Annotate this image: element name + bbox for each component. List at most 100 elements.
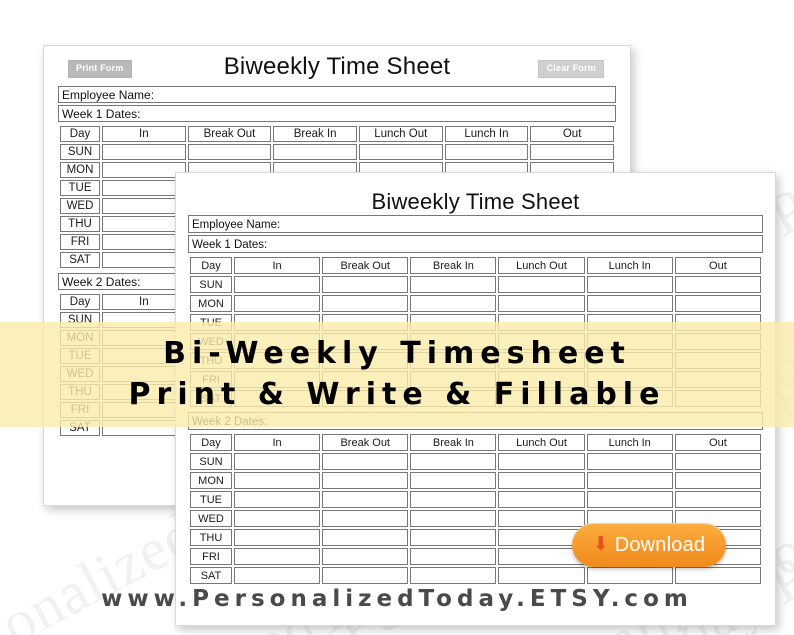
table-header-row: DayInBreak OutBreak InLunch OutLunch InO… (60, 126, 614, 142)
day-label: SAT (190, 567, 232, 584)
time-entry-cell[interactable] (358, 144, 443, 160)
time-entry-cell[interactable] (322, 295, 409, 312)
time-entry-cell[interactable] (674, 567, 761, 584)
time-entry-cell[interactable] (498, 491, 585, 508)
column-header: In (234, 434, 321, 451)
time-entry-cell[interactable] (498, 567, 585, 584)
promo-banner: Bi-Weekly Timesheet Print & Write & Fill… (0, 322, 794, 427)
time-entry-cell[interactable] (586, 295, 673, 312)
site-url: www.PersonalizedToday.ETSY.com (101, 586, 693, 612)
time-entry-cell[interactable] (322, 510, 409, 527)
time-entry-cell[interactable] (234, 567, 321, 584)
time-entry-cell[interactable] (234, 529, 321, 546)
time-entry-cell[interactable] (322, 491, 409, 508)
download-button-label: Download (614, 533, 706, 556)
time-entry-cell[interactable] (234, 295, 321, 312)
time-entry-cell[interactable] (322, 567, 409, 584)
time-entry-cell[interactable] (234, 510, 321, 527)
time-entry-cell[interactable] (586, 472, 673, 489)
time-entry-cell[interactable] (586, 567, 673, 584)
time-entry-cell[interactable] (322, 529, 409, 546)
time-entry-cell[interactable] (102, 252, 186, 268)
time-entry-cell[interactable] (586, 491, 673, 508)
time-entry-cell[interactable] (674, 491, 761, 508)
column-header: Out (674, 257, 761, 274)
time-entry-cell[interactable] (322, 548, 409, 565)
time-entry-cell[interactable] (102, 234, 186, 250)
time-entry-cell[interactable] (322, 453, 409, 470)
column-header: Day (60, 294, 100, 310)
column-header: Out (674, 434, 761, 451)
day-label: TUE (190, 491, 232, 508)
time-entry-cell[interactable] (410, 567, 497, 584)
column-header: Break Out (322, 434, 409, 451)
time-entry-cell[interactable] (410, 276, 497, 293)
time-entry-cell[interactable] (322, 472, 409, 489)
time-entry-cell[interactable] (234, 472, 321, 489)
time-entry-cell[interactable] (410, 491, 497, 508)
day-label: FRI (60, 234, 100, 250)
table-header-row: DayInBreak OutBreak InLunch OutLunch InO… (190, 257, 761, 274)
time-entry-cell[interactable] (674, 295, 761, 312)
clear-form-button[interactable]: Clear Form (538, 60, 604, 78)
time-entry-cell[interactable] (410, 295, 497, 312)
time-entry-cell[interactable] (234, 276, 321, 293)
time-entry-cell[interactable] (234, 491, 321, 508)
time-entry-cell[interactable] (498, 453, 585, 470)
employee-name-field[interactable]: Employee Name: (188, 215, 763, 233)
time-entry-cell[interactable] (187, 144, 272, 160)
time-entry-cell[interactable] (530, 144, 614, 160)
column-header: Lunch In (444, 126, 529, 142)
time-entry-cell[interactable] (102, 162, 186, 178)
time-entry-cell[interactable] (273, 144, 357, 160)
column-header: Break In (273, 126, 357, 142)
time-entry-cell[interactable] (498, 295, 585, 312)
front-sheet-title: Biweekly Time Sheet (371, 189, 580, 214)
employee-name-field[interactable]: Employee Name: (58, 86, 616, 103)
time-entry-cell[interactable] (410, 529, 497, 546)
table-row: SUN (190, 276, 761, 293)
day-label: SUN (60, 144, 100, 160)
day-label: TUE (60, 180, 100, 196)
day-label: WED (190, 510, 232, 527)
time-entry-cell[interactable] (102, 144, 186, 160)
time-entry-cell[interactable] (674, 276, 761, 293)
time-entry-cell[interactable] (586, 276, 673, 293)
week1-dates-field[interactable]: Week 1 Dates: (58, 105, 616, 122)
time-entry-cell[interactable] (674, 472, 761, 489)
time-entry-cell[interactable] (410, 453, 497, 470)
day-label: SAT (60, 252, 100, 268)
column-header: Lunch Out (498, 434, 585, 451)
time-entry-cell[interactable] (498, 510, 585, 527)
time-entry-cell[interactable] (410, 548, 497, 565)
day-label: SUN (190, 276, 232, 293)
time-entry-cell[interactable] (498, 548, 585, 565)
column-header: Break In (410, 434, 497, 451)
download-button[interactable]: ⬇ Download (572, 523, 726, 567)
time-entry-cell[interactable] (102, 180, 186, 196)
time-entry-cell[interactable] (674, 453, 761, 470)
day-label: FRI (190, 548, 232, 565)
time-entry-cell[interactable] (234, 453, 321, 470)
column-header: In (102, 294, 186, 310)
time-entry-cell[interactable] (410, 510, 497, 527)
column-header: In (234, 257, 321, 274)
column-header: Break In (410, 257, 497, 274)
time-entry-cell[interactable] (586, 453, 673, 470)
table-header-row: DayInBreak OutBreak InLunch OutLunch InO… (190, 434, 761, 451)
time-entry-cell[interactable] (102, 198, 186, 214)
time-entry-cell[interactable] (498, 472, 585, 489)
column-header: In (102, 126, 186, 142)
time-entry-cell[interactable] (322, 276, 409, 293)
promo-banner-line-2: Print & Write & Fillable (128, 376, 666, 412)
time-entry-cell[interactable] (102, 216, 186, 232)
time-entry-cell[interactable] (410, 472, 497, 489)
table-row: MON (190, 295, 761, 312)
week1-dates-field[interactable]: Week 1 Dates: (188, 235, 763, 253)
column-header: Lunch Out (498, 257, 585, 274)
time-entry-cell[interactable] (498, 276, 585, 293)
column-header: Lunch In (586, 257, 673, 274)
time-entry-cell[interactable] (234, 548, 321, 565)
time-entry-cell[interactable] (444, 144, 529, 160)
promo-banner-line-1: Bi-Weekly Timesheet (163, 335, 631, 371)
